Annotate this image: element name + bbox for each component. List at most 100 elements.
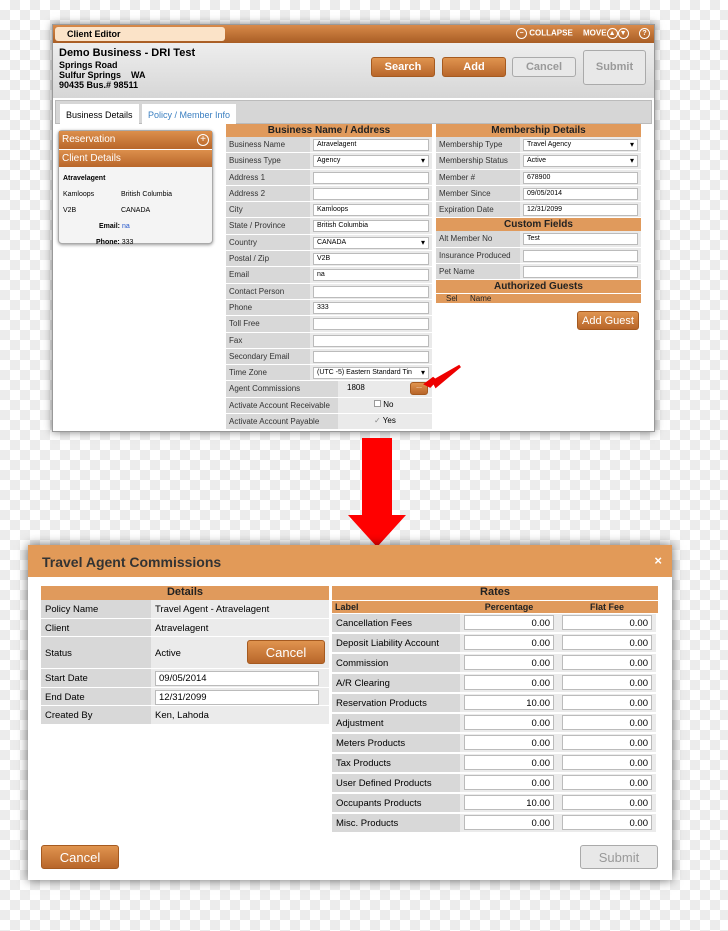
field-select[interactable]: CANADA xyxy=(313,236,429,249)
flat-fee-input[interactable]: 0.00 xyxy=(562,755,652,770)
field-input[interactable]: 09/05/2014 xyxy=(523,187,638,200)
add-button[interactable]: Add xyxy=(442,57,506,77)
move-up-icon[interactable]: ▲ xyxy=(606,28,618,39)
travel-agent-commissions-dialog: Travel Agent Commissions × Details Policy… xyxy=(28,545,672,880)
field-input[interactable]: 12/31/2099 xyxy=(523,204,638,217)
field-input[interactable]: 333 xyxy=(313,301,429,314)
field-input[interactable]: Test xyxy=(523,233,638,246)
percentage-input[interactable]: 0.00 xyxy=(464,715,554,730)
tab-policy-member-info[interactable]: Policy / Member Info xyxy=(142,104,237,124)
flat-fee-input[interactable]: 0.00 xyxy=(562,715,652,730)
details-header: Details xyxy=(41,586,329,600)
percentage-input[interactable]: 0.00 xyxy=(464,775,554,790)
form-row: Expiration Date 12/31/2099 xyxy=(436,202,641,219)
field-select[interactable]: Active xyxy=(523,155,638,168)
flat-fee-input[interactable]: 0.00 xyxy=(562,655,652,670)
percentage-input[interactable]: 10.00 xyxy=(464,695,554,710)
form-row: Address 1 xyxy=(226,169,432,186)
field-input[interactable] xyxy=(313,318,429,331)
card-province: British Columbia xyxy=(121,191,172,198)
percentage-input[interactable]: 0.00 xyxy=(464,675,554,690)
rate-label: Occupants Products xyxy=(332,794,460,812)
flat-fee-input[interactable]: 0.00 xyxy=(562,635,652,650)
move-label: MOVE xyxy=(583,28,607,38)
details-label: Created By xyxy=(41,706,151,724)
field-label: Insurance Produced xyxy=(436,247,520,264)
field-input[interactable]: 678900 xyxy=(523,171,638,184)
flat-fee-input[interactable]: 0.00 xyxy=(562,675,652,690)
field-input[interactable]: Atravelagent xyxy=(313,139,429,151)
submit-button[interactable]: Submit xyxy=(583,50,646,85)
details-value: Travel Agent - Atravelagent xyxy=(155,604,270,615)
field-label: Member # xyxy=(436,169,520,185)
cancel-button[interactable]: Cancel xyxy=(512,57,576,77)
field-input[interactable] xyxy=(313,334,429,347)
card-phone: 333 xyxy=(121,239,134,246)
reservation-header[interactable]: Reservation + xyxy=(59,131,212,149)
field-input[interactable]: British Columbia xyxy=(313,220,429,233)
field-input[interactable] xyxy=(313,187,429,200)
rate-label: A/R Clearing xyxy=(332,674,460,692)
details-row: End Date 12/31/2099 xyxy=(41,687,329,706)
field-input[interactable]: Kamloops xyxy=(313,204,429,217)
move-down-icon[interactable]: ▼ xyxy=(617,28,629,39)
status-cancel-button[interactable]: Cancel xyxy=(247,640,325,664)
flat-fee-input[interactable]: 0.00 xyxy=(562,775,652,790)
red-arrows xyxy=(348,364,461,547)
flat-fee-input[interactable]: 0.00 xyxy=(562,795,652,810)
flat-fee-input[interactable]: 0.00 xyxy=(562,695,652,710)
percentage-input[interactable]: 0.00 xyxy=(464,615,554,630)
dialog-submit-button[interactable]: Submit xyxy=(580,845,658,869)
date-input[interactable]: 09/05/2014 xyxy=(155,671,319,686)
rate-row: Occupants Products 10.00 0.00 xyxy=(332,794,658,813)
field-label: Fax xyxy=(226,332,310,348)
collapse-button[interactable]: − COLLAPSE xyxy=(516,28,573,39)
field-input[interactable]: na xyxy=(313,269,429,282)
field-label: Business Type xyxy=(226,153,310,169)
tab-business-details[interactable]: Business Details xyxy=(60,104,139,124)
field-select[interactable]: Agency xyxy=(313,155,429,168)
details-value: Atravelagent xyxy=(155,622,209,634)
flat-fee-input[interactable]: 0.00 xyxy=(562,615,652,630)
field-label: State / Province xyxy=(226,218,310,234)
card-country: CANADA xyxy=(121,207,151,214)
plus-icon[interactable]: + xyxy=(197,134,209,146)
col-name: Name xyxy=(470,294,492,304)
rate-label: Cancellation Fees xyxy=(332,614,460,632)
field-input[interactable] xyxy=(313,171,429,184)
percentage-input[interactable]: 10.00 xyxy=(464,795,554,810)
percentage-input[interactable]: 0.00 xyxy=(464,755,554,770)
client-details-header: Client Details xyxy=(59,149,212,167)
percentage-input[interactable]: 0.00 xyxy=(464,635,554,650)
search-button[interactable]: Search xyxy=(371,57,435,77)
field-input[interactable] xyxy=(313,285,429,298)
percentage-input[interactable]: 0.00 xyxy=(464,655,554,670)
form-row: Fax xyxy=(226,332,432,349)
field-input[interactable] xyxy=(523,249,638,262)
rates-panel: Rates Label Percentage Flat Fee Cancellati… xyxy=(332,586,658,834)
form-row: Business Type Agency xyxy=(226,153,432,170)
col-sel: Sel xyxy=(446,294,458,304)
rate-label: Adjustment xyxy=(332,714,460,732)
date-input[interactable]: 12/31/2099 xyxy=(155,689,319,705)
minus-icon: − xyxy=(516,28,527,39)
phone-label: Phone: xyxy=(96,239,120,246)
field-label: Activate Account Payable xyxy=(226,414,338,430)
flat-fee-input[interactable]: 0.00 xyxy=(562,735,652,750)
email-link[interactable]: na xyxy=(122,223,130,230)
dialog-cancel-button[interactable]: Cancel xyxy=(41,845,119,869)
field-input[interactable]: V2B xyxy=(313,253,429,266)
field-label: Business Name xyxy=(226,137,310,153)
field-input[interactable] xyxy=(523,266,638,279)
help-icon[interactable]: ? xyxy=(639,28,650,39)
add-guest-button[interactable]: Add Guest xyxy=(577,311,639,330)
flat-fee-input[interactable]: 0.00 xyxy=(562,815,652,830)
percentage-input[interactable]: 0.00 xyxy=(464,815,554,830)
percentage-input[interactable]: 0.00 xyxy=(464,735,554,750)
form-row: City Kamloops xyxy=(226,202,432,219)
close-icon[interactable]: × xyxy=(654,553,662,568)
field-label: Pet Name xyxy=(436,264,520,280)
reservation-label: Reservation xyxy=(62,134,116,145)
field-select[interactable]: Travel Agency xyxy=(523,139,638,151)
field-label: Phone xyxy=(226,299,310,316)
